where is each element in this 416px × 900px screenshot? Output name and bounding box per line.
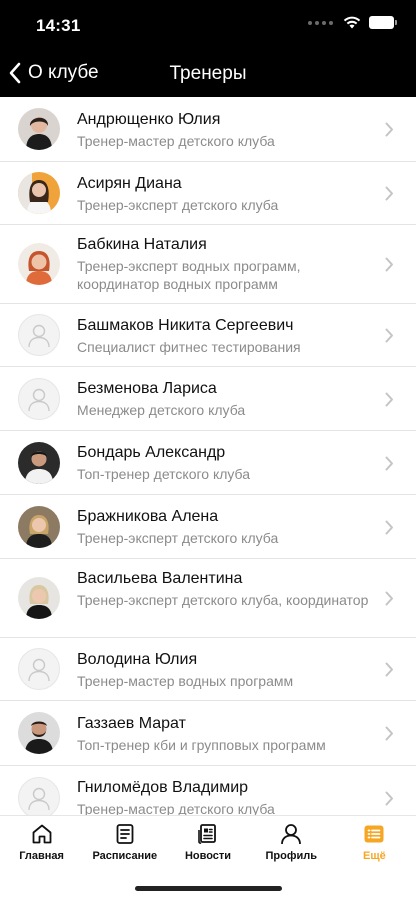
- trainer-row[interactable]: Асирян Диана Тренер-эксперт детского клу…: [0, 162, 416, 225]
- trainer-role: Специалист фитнес тестирования: [77, 339, 301, 355]
- user-placeholder-icon: [28, 388, 50, 412]
- trainer-row[interactable]: Газзаев Марат Топ-тренер кби и групповых…: [0, 701, 416, 766]
- trainer-avatar-placeholder: [18, 378, 60, 420]
- chevron-right-icon: [385, 122, 393, 137]
- trainer-name: Безменова Лариса: [77, 380, 217, 397]
- chevron-right-icon: [385, 328, 393, 343]
- trainer-role: Тренер-эксперт детского клуба, координат…: [77, 592, 369, 608]
- back-button[interactable]: О клубе: [8, 58, 99, 88]
- chevron-left-icon: [9, 62, 21, 84]
- trainer-row[interactable]: Володина Юлия Тренер-мастер водных прогр…: [0, 638, 416, 701]
- chevron-right-icon: [385, 520, 393, 535]
- trainer-row[interactable]: Гниломёдов Владимир Тренер-мастер детско…: [0, 766, 416, 815]
- home-indicator: [135, 886, 282, 891]
- trainer-avatar: [18, 243, 60, 285]
- trainer-avatar: [18, 506, 60, 548]
- chevron-right-icon: [385, 662, 393, 677]
- status-icons: [308, 16, 397, 29]
- tab-news[interactable]: Новости: [166, 816, 249, 871]
- chevron-right-icon: [385, 456, 393, 471]
- trainer-role: Тренер-эксперт водных программ, координа…: [77, 258, 301, 292]
- tab-schedule[interactable]: Расписание: [83, 816, 166, 871]
- trainer-role: Тренер-мастер детского клуба: [77, 133, 275, 149]
- trainer-name: Бражникова Алена: [77, 508, 219, 525]
- trainer-name: Васильева Валентина: [77, 570, 243, 587]
- tab-profile[interactable]: Профиль: [250, 816, 333, 871]
- chevron-right-icon: [385, 591, 393, 606]
- trainer-role: Тренер-мастер водных программ: [77, 673, 294, 689]
- header: 14:31 О клубе Тренеры: [0, 0, 416, 97]
- trainer-role: Менеджер детского клуба: [77, 402, 246, 418]
- wifi-icon: [343, 16, 361, 29]
- signal-icon: [308, 20, 333, 25]
- status-bar: 14:31: [0, 0, 416, 50]
- battery-icon: [369, 16, 397, 29]
- trainer-avatar: [18, 442, 60, 484]
- tab-bar: Главная Расписание Новости Профиль Ещё: [0, 815, 416, 900]
- trainer-row[interactable]: Андрющенко Юлия Тренер-мастер детского к…: [0, 97, 416, 162]
- trainer-name: Башмаков Никита Сергеевич: [77, 317, 294, 334]
- nav-bar: О клубе Тренеры: [0, 50, 416, 97]
- trainer-name: Гниломёдов Владимир: [77, 779, 249, 796]
- tab-more[interactable]: Ещё: [333, 816, 416, 871]
- trainer-avatar: [18, 712, 60, 754]
- trainer-avatar: [18, 108, 60, 150]
- user-placeholder-icon: [28, 658, 50, 682]
- trainer-name: Бондарь Александр: [77, 444, 226, 461]
- trainer-name: Андрющенко Юлия: [77, 111, 221, 128]
- trainer-avatar-placeholder: [18, 314, 60, 356]
- trainer-list[interactable]: Андрющенко Юлия Тренер-мастер детского к…: [0, 97, 416, 815]
- status-time: 14:31: [36, 16, 81, 35]
- trainer-role: Топ-тренер детского клуба: [77, 466, 251, 482]
- user-placeholder-icon: [28, 324, 50, 348]
- news-icon: [198, 824, 216, 844]
- trainer-name: Асирян Диана: [77, 175, 182, 192]
- trainer-avatar-placeholder: [18, 777, 60, 815]
- home-icon: [32, 824, 51, 844]
- tab-label: Новости: [184, 850, 232, 862]
- profile-icon: [281, 824, 302, 845]
- back-label: О клубе: [28, 62, 99, 83]
- trainer-role: Тренер-эксперт детского клуба: [77, 530, 279, 546]
- trainer-avatar: [18, 172, 60, 214]
- user-placeholder-icon: [28, 787, 50, 811]
- trainer-row[interactable]: Безменова Лариса Менеджер детского клуба: [0, 367, 416, 431]
- trainer-role: Тренер-мастер детского клуба: [77, 801, 275, 815]
- chevron-right-icon: [385, 257, 393, 272]
- trainer-avatar-placeholder: [18, 648, 60, 690]
- trainer-row[interactable]: Башмаков Никита Сергеевич Специалист фит…: [0, 304, 416, 367]
- trainer-row[interactable]: Васильева Валентина Тренер-эксперт детск…: [0, 559, 416, 638]
- trainer-row[interactable]: Бражникова Алена Тренер-эксперт детского…: [0, 495, 416, 559]
- chevron-right-icon: [385, 392, 393, 407]
- tab-label: Профиль: [265, 850, 317, 862]
- trainer-name: Володина Юлия: [77, 651, 198, 668]
- tab-label: Главная: [19, 850, 64, 862]
- tab-label: Расписание: [92, 850, 158, 862]
- trainer-avatar: [18, 577, 60, 619]
- tab-label: Ещё: [363, 850, 386, 862]
- trainer-name: Газзаев Марат: [77, 715, 186, 732]
- trainer-role: Тренер-эксперт детского клуба: [77, 197, 279, 213]
- tab-home[interactable]: Главная: [0, 816, 83, 871]
- trainer-role: Топ-тренер кби и групповых программ: [77, 737, 326, 753]
- schedule-icon: [116, 824, 134, 844]
- trainer-row[interactable]: Бабкина Наталия Тренер-эксперт водных пр…: [0, 225, 416, 304]
- trainer-row[interactable]: Бондарь Александр Топ-тренер детского кл…: [0, 431, 416, 495]
- chevron-right-icon: [385, 726, 393, 741]
- more-icon: [364, 825, 384, 843]
- chevron-right-icon: [385, 791, 393, 806]
- trainer-name: Бабкина Наталия: [77, 236, 207, 253]
- chevron-right-icon: [385, 186, 393, 201]
